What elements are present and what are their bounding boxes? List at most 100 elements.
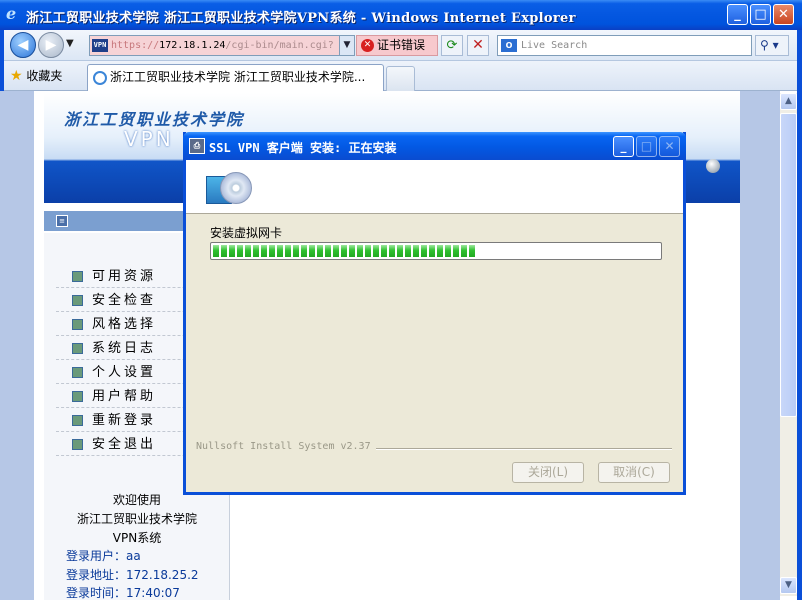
window-titlebar[interactable]: e 浙江工贸职业技术学院 浙江工贸职业技术学院VPN系统 - Windows I… <box>0 0 802 30</box>
certificate-error-button[interactable]: ✕ 证书错误 <box>356 35 438 56</box>
login-user: 登录用户：aa <box>66 549 141 563</box>
progress-segment <box>469 245 475 257</box>
installer-minimize-button[interactable]: _ <box>613 136 634 157</box>
install-progress-bar <box>210 242 662 260</box>
menu-item-label: 用户帮助 <box>92 389 157 404</box>
vpn-logo: VPN <box>124 127 174 151</box>
page-frame-right <box>740 91 780 600</box>
installer-titlebar[interactable]: ⎙ SSL VPN 客户端 安装: 正在安装 _ □ ✕ <box>183 132 686 160</box>
site-favicon-icon: VPN <box>92 39 108 52</box>
page-frame-left <box>0 91 34 600</box>
menu-bullet-icon <box>72 343 83 354</box>
address-protocol: https:// <box>111 40 160 51</box>
progress-segment <box>253 245 259 257</box>
progress-segment <box>365 245 371 257</box>
ie-logo-icon: e <box>6 4 17 23</box>
forward-button[interactable]: ▶ <box>38 32 64 58</box>
login-address: 登录地址：172.18.25.2 <box>66 568 199 582</box>
menu-item-label: 个人设置 <box>92 365 157 380</box>
banner-orb-icon <box>706 159 720 173</box>
certificate-error-label: 证书错误 <box>377 38 426 52</box>
progress-segment <box>333 245 339 257</box>
progress-segment <box>309 245 315 257</box>
progress-segment <box>445 245 451 257</box>
installer-maximize-button: □ <box>636 136 657 157</box>
menu-bullet-icon <box>72 319 83 330</box>
address-bar[interactable]: VPN https://172.18.1.24/cgi-bin/main.cgi? <box>89 35 355 56</box>
progress-segment <box>405 245 411 257</box>
installer-cancel-button[interactable]: 取消(C) <box>598 462 670 483</box>
scroll-thumb[interactable] <box>780 113 797 417</box>
progress-segment <box>341 245 347 257</box>
menu-toggle-icon[interactable]: ≡ <box>56 215 68 227</box>
favorites-button[interactable]: ★ 收藏夹 <box>10 67 62 84</box>
menu-bullet-icon <box>72 367 83 378</box>
minimize-button[interactable]: _ <box>727 4 748 25</box>
refresh-button[interactable]: ⟳ <box>441 35 463 56</box>
progress-segment <box>461 245 467 257</box>
address-dropdown-icon[interactable]: ▼ <box>339 36 354 55</box>
install-disc-icon <box>206 166 252 208</box>
back-button[interactable]: ◀ <box>10 32 36 58</box>
search-input[interactable]: O Live Search <box>497 35 752 56</box>
progress-segment <box>421 245 427 257</box>
vertical-scrollbar[interactable]: ▲ ▼ <box>780 93 797 596</box>
menu-item-label: 系统日志 <box>92 341 157 356</box>
progress-segment <box>293 245 299 257</box>
menu-item-label: 重新登录 <box>92 413 157 428</box>
installer-divider <box>376 448 672 450</box>
menu-item-label: 风格选择 <box>92 317 157 332</box>
tab-page-icon <box>93 71 107 85</box>
progress-segment <box>381 245 387 257</box>
progress-segment <box>245 245 251 257</box>
magnifier-icon: ⚲ ▾ <box>760 38 779 52</box>
progress-segment <box>389 245 395 257</box>
menu-item-label: 安全退出 <box>92 437 157 452</box>
welcome-text: 欢迎使用 浙江工贸职业技术学院 VPN系统 <box>44 491 230 548</box>
search-button[interactable]: ⚲ ▾ <box>755 35 789 56</box>
scroll-up-button[interactable]: ▲ <box>780 93 797 110</box>
installer-close-dialog-button[interactable]: 关闭(L) <box>512 462 584 483</box>
installer-title: SSL VPN 客户端 安装: 正在安装 <box>209 141 397 155</box>
progress-segment <box>213 245 219 257</box>
progress-segment <box>229 245 235 257</box>
menu-bullet-icon <box>72 415 83 426</box>
window-title: 浙江工贸职业技术学院 浙江工贸职业技术学院VPN系统 - Windows Int… <box>26 11 576 26</box>
login-time: 登录时间：17:40:07 <box>66 586 180 600</box>
maximize-button[interactable]: □ <box>750 4 771 25</box>
progress-segment <box>325 245 331 257</box>
progress-segment <box>301 245 307 257</box>
progress-segment <box>429 245 435 257</box>
progress-segment <box>317 245 323 257</box>
browser-tab[interactable]: 浙江工贸职业技术学院 浙江工贸职业技术学院... <box>87 64 384 91</box>
history-dropdown-icon[interactable]: ▼ <box>66 38 74 49</box>
progress-segment <box>261 245 267 257</box>
cd-graphic <box>220 172 252 204</box>
progress-segment <box>349 245 355 257</box>
new-tab-button[interactable] <box>386 66 415 91</box>
stop-button[interactable]: ✕ <box>467 35 489 56</box>
installer-app-icon: ⎙ <box>189 138 205 154</box>
close-button[interactable]: ✕ <box>773 4 794 25</box>
progress-segment <box>285 245 291 257</box>
navigation-bar: ◀ ▶ ▼ VPN https://172.18.1.24/cgi-bin/mai… <box>0 30 802 61</box>
star-icon: ★ <box>10 68 23 84</box>
live-search-icon: O <box>501 39 517 52</box>
progress-fill <box>213 245 476 257</box>
welcome-line: VPN系统 <box>112 531 162 545</box>
welcome-line: 浙江工贸职业技术学院 <box>76 512 197 526</box>
progress-segment <box>397 245 403 257</box>
favorites-label: 收藏夹 <box>26 69 63 83</box>
scroll-down-button[interactable]: ▼ <box>780 577 797 594</box>
progress-segment <box>413 245 419 257</box>
progress-segment <box>269 245 275 257</box>
favorites-bar: ★ 收藏夹 浙江工贸职业技术学院 浙江工贸职业技术学院... <box>0 61 802 91</box>
installer-brand: Nullsoft Install System v2.37 <box>196 441 371 452</box>
progress-segment <box>357 245 363 257</box>
progress-segment <box>453 245 459 257</box>
progress-segment <box>237 245 243 257</box>
menu-bullet-icon <box>72 295 83 306</box>
install-task-label: 安装虚拟网卡 <box>210 226 283 240</box>
search-placeholder: Live Search <box>521 40 588 51</box>
installer-close-button: ✕ <box>659 136 680 157</box>
